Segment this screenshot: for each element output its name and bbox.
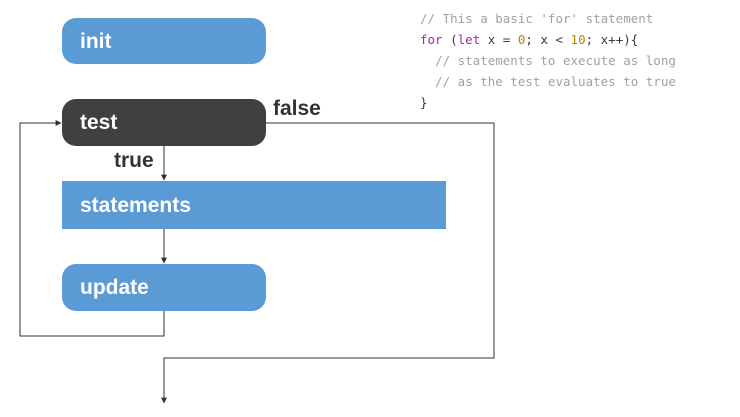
node-init-label: init [80,29,112,53]
code-token-a: x = [480,32,518,47]
node-test-label: test [80,111,118,134]
code-keyword-for: for [420,32,443,47]
code-snippet: // This a basic 'for' statement for (let … [420,8,676,113]
node-init: init [62,18,266,64]
code-number-10: 10 [570,32,586,47]
code-keyword-let: let [457,32,481,47]
node-update: update [62,264,266,311]
code-line-4: // as the test evaluates to true [420,74,676,89]
node-test: test [62,99,266,146]
edge-label-true: true [114,149,154,172]
code-line-1: // This a basic 'for' statement [420,11,654,26]
code-token-c: ; x++){ [585,32,639,47]
code-line-5: } [420,95,428,110]
code-line-3: // statements to execute as long [420,53,676,68]
node-update-label: update [80,276,149,299]
code-line-2: for (let x = 0; x < 10; x++){ [420,29,676,50]
node-statements: statements [62,181,446,229]
code-token-open: ( [442,32,458,47]
code-token-b: ; x < [525,32,571,47]
node-statements-label: statements [80,193,191,217]
edge-test-false-exit [161,122,495,404]
edge-label-false: false [273,97,321,120]
